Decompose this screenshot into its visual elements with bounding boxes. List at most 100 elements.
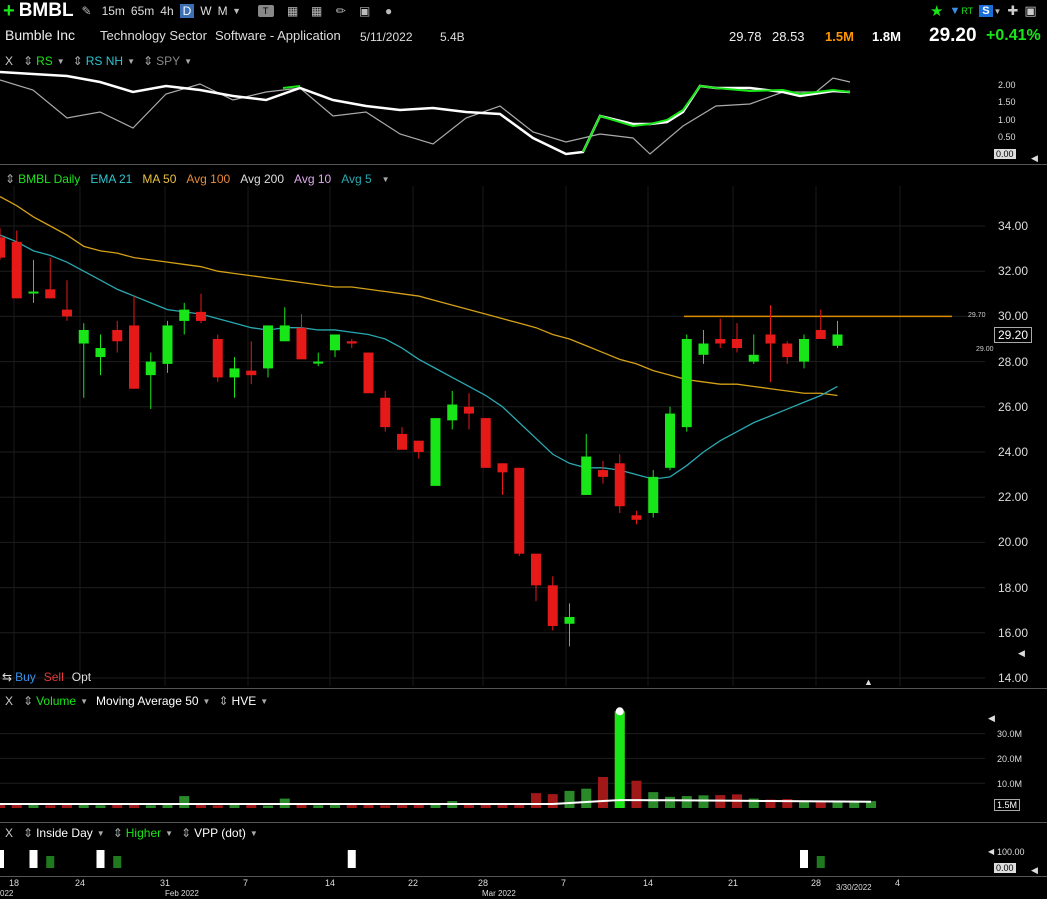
pencil-icon[interactable]: ✏ [334,4,348,18]
chevron-down-icon[interactable]: ▼ [230,4,244,18]
candle-body [397,433,407,450]
updown-icon[interactable]: ⇕ [181,826,191,840]
swap-icon[interactable]: ⇆ [2,670,12,684]
avg5-label[interactable]: Avg 5 [341,172,371,186]
chevron-down-icon[interactable]: ▼ [184,57,192,66]
pin-icon[interactable]: ▼ [949,5,960,17]
avg100-label[interactable]: Avg 100 [186,172,230,186]
timeframe-4h[interactable]: 4h [160,4,173,18]
volume-bar [246,804,257,808]
chevron-down-icon[interactable]: ▼ [127,57,135,66]
vpp-label[interactable]: VPP (dot) [194,826,246,840]
candle-body [832,334,843,346]
x-axis-tick: 14 [643,878,654,888]
calculator-icon[interactable]: ▦ [310,4,324,18]
timeframe-65m[interactable]: 65m [131,4,154,18]
close-icon[interactable]: X [5,826,13,840]
candle-body [196,311,206,321]
caret-left-icon[interactable]: ◀ [1018,648,1025,659]
volume-bar [564,790,575,808]
rt-icon[interactable]: RT [961,6,973,16]
rs-nh-line [582,84,851,153]
buy-button[interactable]: Buy [15,670,36,684]
chevron-down-icon[interactable]: ▼ [382,175,390,184]
candle-body [229,368,240,378]
change-percent: +0.41% [986,27,1041,44]
industry-label[interactable]: Software - Application [215,28,341,43]
x-axis-tick: 21 [728,878,739,888]
candle-body [514,467,525,554]
symbol-daily-label[interactable]: BMBL Daily [18,172,80,186]
s-icon[interactable]: S [979,5,993,17]
x-axis-tick: 24 [75,878,86,888]
avg200-label[interactable]: Avg 200 [240,172,284,186]
option-button[interactable]: Opt [72,670,91,684]
candle-body [631,515,642,520]
x-axis-tick: 4 [895,878,901,888]
volume-bar [531,793,541,808]
expand-icon[interactable]: ✚ [1007,3,1018,19]
price-axis-label: 26.00 [998,399,1029,414]
hve-dot [615,707,624,716]
volume-bar [296,804,307,808]
volume-bar [598,777,608,808]
caret-left-icon[interactable]: ◀ [988,847,994,856]
price-axis-label: 14.00 [998,671,1029,685]
note-icon[interactable]: ▣ [358,4,372,18]
price-axis-label: 32.00 [998,264,1029,279]
volume-chart [0,707,985,808]
caret-left-icon[interactable]: ◀ [1031,153,1038,164]
candle-body [179,309,190,321]
chart-type-icon[interactable]: T [257,5,274,17]
ema21-label[interactable]: EMA 21 [90,172,132,186]
updown-icon[interactable]: ⇕ [113,826,123,840]
company-name: Bumble Inc [5,27,76,43]
symbol-label[interactable]: BMBL [19,0,74,22]
timeframe-daily[interactable]: D [179,4,195,18]
caret-up-icon[interactable]: ▲ [864,677,873,687]
volume-bar [0,804,5,808]
ma50-label[interactable]: MA 50 [142,172,176,186]
chevron-down-icon[interactable]: ▼ [97,829,105,838]
chevron-down-icon[interactable]: ▼ [57,57,65,66]
higher-label[interactable]: Higher [126,826,161,840]
candle-body [581,456,592,495]
caret-left-icon[interactable]: ◀ [1031,865,1038,876]
rs-axis-15: 1.50 [998,97,1016,107]
timeframe-weekly[interactable]: W [200,4,211,18]
chevron-down-icon[interactable]: ▼ [165,829,173,838]
plus-icon[interactable]: + [3,1,15,21]
sector-label[interactable]: Technology Sector [100,28,207,43]
updown-icon[interactable]: ⇕ [5,172,15,186]
share-nodes-icon[interactable]: ● [382,4,396,18]
share-icon[interactable]: ✎ [80,4,94,18]
candle-body [648,476,659,514]
vol-axis-20m: 20.0M [997,754,1023,764]
volume-bar [497,804,508,808]
timeframe-monthly[interactable]: M [218,4,228,18]
avg10-label[interactable]: Avg 10 [294,172,331,186]
timeframe-15m[interactable]: 15m [102,4,125,18]
ind-axis-100: 100.00 [997,847,1025,857]
candle-body [162,325,173,364]
inside-day-bar [96,850,105,868]
sell-button[interactable]: Sell [44,670,64,684]
inside-day-bar [29,850,38,868]
x-axis-tick: 28 [478,878,489,888]
candle-body [598,470,608,477]
inside-day-label[interactable]: Inside Day [36,826,93,840]
updown-icon[interactable]: ⇕ [23,826,33,840]
panel-divider [0,876,1047,877]
chevron-down-icon[interactable]: ▼ [994,7,1002,16]
volume-value: 1.5M [825,29,854,44]
volume-bar [78,805,89,808]
star-icon[interactable]: ★ [930,2,943,20]
volume-current: 1.5M [994,799,1021,811]
support-label: 29.00 [976,346,994,353]
chevron-down-icon[interactable]: ▼ [250,829,258,838]
higher-bar [816,856,825,868]
toolbar-right: ★ ▼ RT S ▼ ✚ ▣ [930,2,1037,20]
caret-left-icon[interactable]: ◀ [988,713,995,724]
window-icon[interactable]: ▣ [1024,3,1036,19]
grid-icon[interactable]: ▦ [286,4,300,18]
